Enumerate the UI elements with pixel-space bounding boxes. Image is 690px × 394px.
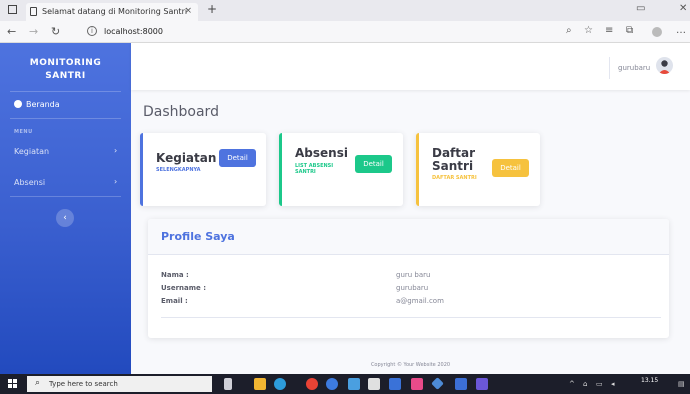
info-icon[interactable]: i <box>87 26 97 36</box>
favorite-icon[interactable]: ☆ <box>584 25 593 36</box>
task-view-icon[interactable] <box>224 378 232 390</box>
profile-value-username: gurubaru <box>396 284 429 292</box>
store-icon[interactable] <box>368 378 380 390</box>
windows-start-icon[interactable] <box>8 379 18 389</box>
kegiatan-detail-button[interactable]: Detail <box>219 149 256 167</box>
card-daftar-santri: Daftar Santri DAFTAR SANTRI Detail <box>416 133 540 206</box>
browser-tab[interactable]: Selamat datang di Monitoring Santri × <box>26 3 198 21</box>
app-diamond-icon[interactable] <box>431 377 444 390</box>
card-kegiatan: Kegiatan SELENGKAPNYA Detail <box>140 133 266 206</box>
collections-icon[interactable]: ⧉ <box>626 25 633 36</box>
taskbar-clock[interactable]: 13.15 <box>641 377 658 384</box>
browser-profile-icon[interactable] <box>652 27 662 37</box>
taskbar-search-input[interactable]: ⌕ Type here to search <box>27 376 212 392</box>
topbar: gurubaru <box>131 43 690 90</box>
url-field[interactable]: localhost:8000 <box>104 27 163 36</box>
sidebar-toggle-button[interactable]: ‹ <box>56 209 74 227</box>
sidebar-item-label: Beranda <box>26 100 60 109</box>
sidebar-brand[interactable]: MONITORING SANTRI <box>0 57 131 83</box>
chevron-right-icon[interactable]: › <box>114 177 117 186</box>
window-close-icon[interactable]: ✕ <box>679 3 687 14</box>
sidebar-item-absensi[interactable]: Absensi <box>14 178 45 187</box>
card-title: Absensi <box>295 146 348 160</box>
user-avatar-icon <box>658 60 671 74</box>
absensi-detail-button[interactable]: Detail <box>355 155 392 173</box>
card-absensi: Absensi LIST ABSENSI SANTRI Detail <box>279 133 403 206</box>
address-bar: ← → ↻ i localhost:8000 ⌕ ☆ ≡ ⧉ … <box>0 21 690 43</box>
chrome-icon[interactable] <box>306 378 318 390</box>
page-icon <box>30 7 37 16</box>
app-pink-icon[interactable] <box>411 378 423 390</box>
chevron-right-icon[interactable]: › <box>114 146 117 155</box>
sidebar-divider <box>10 196 121 197</box>
minimize-icon[interactable]: ▭ <box>636 3 645 14</box>
card-title: Daftar Santri <box>432 146 476 173</box>
sidebar-divider <box>10 91 121 92</box>
browser-tab-bar: Selamat datang di Monitoring Santri × + … <box>0 0 690 21</box>
page-title: Dashboard <box>143 104 219 120</box>
profile-value-nama: guru baru <box>396 271 431 279</box>
topbar-username[interactable]: gurubaru <box>618 64 650 72</box>
tray-network-icon[interactable]: ⌂ <box>583 380 587 388</box>
profile-label-nama: Nama : <box>161 271 189 279</box>
tab-close-icon[interactable]: × <box>184 6 192 16</box>
sidebar: MONITORING SANTRI Beranda MENU Kegiatan … <box>0 43 131 374</box>
avatar[interactable] <box>656 57 673 74</box>
favorites-list-icon[interactable]: ≡ <box>605 25 613 36</box>
vscode-icon[interactable] <box>389 378 401 390</box>
back-icon[interactable]: ← <box>7 25 16 38</box>
sidebar-divider <box>10 118 121 119</box>
card-subtitle: SELENGKAPNYA <box>156 167 201 173</box>
more-options-icon[interactable]: … <box>676 25 686 36</box>
forward-icon[interactable]: → <box>29 25 38 38</box>
footer-copyright: Copyright © Your Website 2020 <box>370 362 451 368</box>
tray-chevron-icon[interactable]: ^ <box>569 380 575 388</box>
brand-line-1: MONITORING <box>29 58 102 68</box>
profile-divider <box>161 317 661 318</box>
profile-value-email: a@gmail.com <box>396 297 444 305</box>
app-purple-icon[interactable] <box>476 378 488 390</box>
browser-app-icon[interactable] <box>326 378 338 390</box>
app-blue-icon[interactable] <box>455 378 467 390</box>
profile-title: Profile Saya <box>161 230 235 243</box>
tab-title: Selamat datang di Monitoring Santri <box>42 7 188 16</box>
dashboard-icon <box>14 100 22 108</box>
refresh-icon[interactable]: ↻ <box>51 25 60 38</box>
card-subtitle: DAFTAR SANTRI <box>432 175 477 181</box>
window-menu-icon[interactable] <box>8 5 17 14</box>
telegram-icon[interactable] <box>348 378 360 390</box>
profile-label-email: Email : <box>161 297 188 305</box>
sidebar-item-kegiatan[interactable]: Kegiatan <box>14 147 49 156</box>
sidebar-heading: MENU <box>14 129 33 135</box>
new-tab-button[interactable]: + <box>207 2 217 16</box>
profile-card: Profile Saya Nama : guru baru Username :… <box>148 219 669 338</box>
profile-header: Profile Saya <box>148 219 669 255</box>
search-page-icon[interactable]: ⌕ <box>566 25 572 36</box>
daftar-santri-detail-button[interactable]: Detail <box>492 159 529 177</box>
topbar-divider <box>609 57 610 79</box>
notification-icon[interactable]: ▤ <box>678 380 685 388</box>
tray-battery-icon[interactable]: ▭ <box>596 380 603 388</box>
file-explorer-icon[interactable] <box>254 378 266 390</box>
card-subtitle: LIST ABSENSI SANTRI <box>295 163 334 175</box>
tray-volume-icon[interactable]: ◂ <box>611 380 615 388</box>
card-title: Kegiatan <box>156 151 217 165</box>
sidebar-item-beranda[interactable]: Beranda <box>14 100 60 109</box>
edge-icon[interactable] <box>274 378 286 390</box>
search-icon: ⌕ <box>35 378 41 388</box>
taskbar-search-placeholder: Type here to search <box>49 380 118 388</box>
brand-line-2: SANTRI <box>45 71 86 81</box>
profile-label-username: Username : <box>161 284 207 292</box>
windows-taskbar: ⌕ Type here to search ^ ⌂ ▭ ◂ 13.15 ▤ <box>0 374 690 394</box>
